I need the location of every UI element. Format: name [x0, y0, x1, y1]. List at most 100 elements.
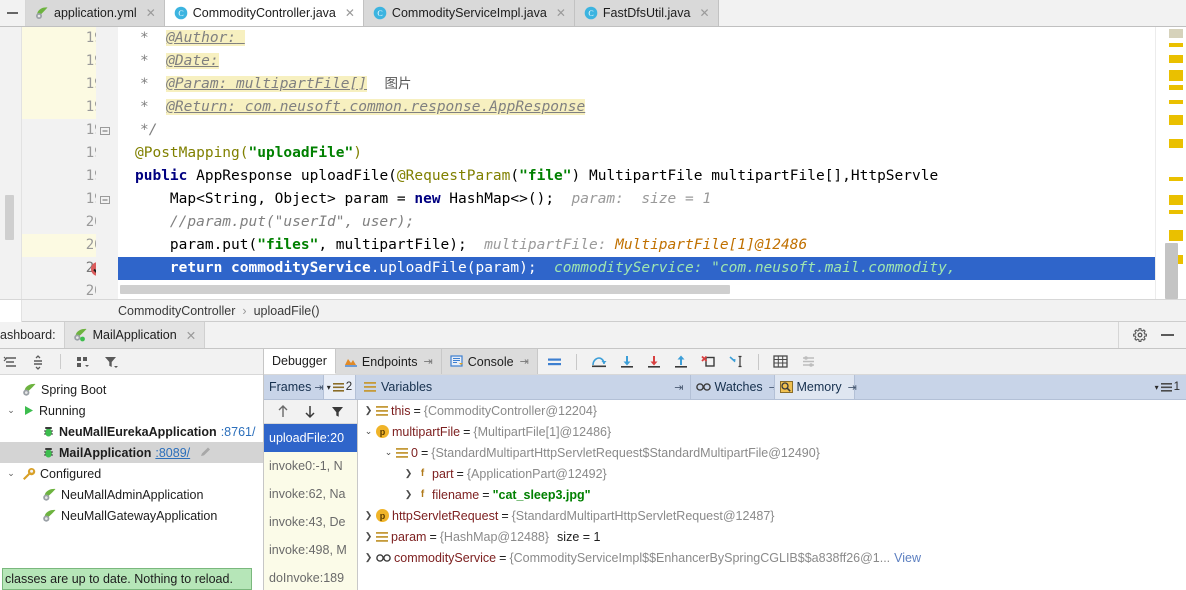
close-icon[interactable]: ✕ — [345, 7, 355, 19]
frames-header[interactable]: Frames ⇥ — [264, 375, 324, 399]
stripe-mark[interactable] — [1169, 139, 1183, 148]
stripe-mark[interactable] — [1169, 70, 1183, 81]
fold-marker-icon[interactable] — [100, 125, 111, 139]
chevron-right-icon[interactable]: ❯ — [361, 552, 376, 563]
fold-marker-icon[interactable] — [100, 194, 111, 208]
dashboard-tab-mailapplication[interactable]: MailApplication ✕ — [63, 322, 206, 348]
stripe-mark[interactable] — [1169, 85, 1183, 90]
close-icon[interactable]: ✕ — [146, 7, 156, 19]
frame-item[interactable]: invoke:498, M — [264, 536, 357, 564]
close-icon[interactable]: ✕ — [556, 7, 566, 19]
chevron-right-icon[interactable]: ❯ — [401, 468, 416, 479]
stripe-mark[interactable] — [1169, 177, 1183, 181]
pin-icon[interactable]: ⇥ — [424, 355, 433, 368]
memory-header[interactable]: Memory ⇥ — [773, 375, 857, 399]
variable-row-httpservletrequest[interactable]: ❯ p httpServletRequest = {StandardMultip… — [359, 505, 1186, 526]
code-text-area[interactable]: * @Author: * @Date: * @Param: multipartF… — [118, 27, 1155, 299]
stripe-mark[interactable] — [1169, 100, 1183, 104]
arrow-down-icon[interactable] — [304, 405, 316, 419]
breadcrumb-method[interactable]: uploadFile() — [254, 304, 320, 318]
tab-console[interactable]: Console ⇥ — [441, 349, 538, 374]
tree-node-neumalladminapplication[interactable]: NeuMallAdminApplication — [0, 484, 263, 505]
breadcrumb-class[interactable]: CommodityController — [118, 304, 235, 318]
chevron-down-icon[interactable]: ⌄ — [381, 447, 396, 458]
collapse-all-icon[interactable] — [31, 354, 45, 370]
tree-node-neumallgatewayapplication[interactable]: NeuMallGatewayApplication — [0, 505, 263, 526]
minimize-icon[interactable] — [1161, 334, 1174, 336]
stripe-mark[interactable] — [1169, 115, 1183, 125]
memory-count-control[interactable]: ▾ 1 — [855, 375, 1186, 399]
frame-item[interactable]: invoke0:-1, N — [264, 452, 357, 480]
tree-node-running[interactable]: ⌄ Running — [0, 400, 263, 421]
frame-item[interactable]: invoke:62, Na — [264, 480, 357, 508]
stripe-mark[interactable] — [1169, 43, 1183, 47]
chevron-right-icon[interactable]: ❯ — [361, 531, 376, 542]
services-tree[interactable]: Spring Boot ⌄ Running NeuMallEurekaAppli… — [0, 375, 263, 526]
thread-selector[interactable]: ▾ 2 — [323, 375, 356, 399]
chevron-down-icon[interactable]: ⌄ — [361, 426, 376, 437]
variables-tree[interactable]: ❯ this = {CommodityController@12204} ⌄ p… — [359, 400, 1186, 590]
view-link[interactable]: View — [894, 551, 921, 565]
variable-row-part[interactable]: ❯ f part = {ApplicationPart@12492} — [359, 463, 1186, 484]
variable-row-this[interactable]: ❯ this = {CommodityController@12204} — [359, 400, 1186, 421]
tree-node-port-link[interactable]: :8089/ — [155, 446, 190, 460]
variables-header[interactable]: Variables ⇥ — [356, 375, 690, 399]
stripe-mark[interactable] — [1169, 55, 1183, 63]
debugger-panel[interactable]: Debugger Endpoints ⇥ Console ⇥ Frames ⇥ … — [264, 349, 1186, 590]
editor-tab-commoditycontroller-java[interactable]: C CommodityController.java ✕ — [164, 0, 364, 26]
editor-vertical-scroll-handle[interactable] — [5, 195, 14, 240]
group-by-icon[interactable] — [76, 355, 91, 369]
run-to-cursor-icon[interactable] — [729, 355, 744, 368]
tab-endpoints[interactable]: Endpoints ⇥ — [335, 349, 442, 374]
tree-node-mailapplication[interactable]: MailApplication :8089/ — [0, 442, 263, 463]
variable-row-param[interactable]: ❯ param = {HashMap@12488} size = 1 — [359, 526, 1186, 547]
step-into-icon[interactable] — [620, 355, 634, 368]
watches-header[interactable]: Watches ⇥ — [689, 375, 778, 399]
editor-tab-application-yml[interactable]: application.yml ✕ — [26, 0, 165, 26]
gear-icon[interactable] — [1133, 328, 1147, 343]
filter-icon[interactable] — [104, 355, 119, 369]
services-tree-panel[interactable]: Spring Boot ⌄ Running NeuMallEurekaAppli… — [0, 349, 264, 590]
editor-error-stripe[interactable] — [1155, 27, 1186, 299]
arrow-up-icon[interactable] — [277, 405, 289, 418]
stripe-scroll-thumb[interactable] — [1165, 243, 1178, 299]
step-over-icon[interactable] — [591, 355, 607, 368]
step-out-icon[interactable] — [674, 355, 688, 368]
close-icon[interactable]: ✕ — [699, 7, 709, 19]
mute-breakpoints-icon[interactable] — [547, 356, 562, 368]
editor-horizontal-scrollbar[interactable] — [120, 285, 730, 294]
variables-pin-icon[interactable]: ⇥ — [674, 381, 689, 394]
chevron-right-icon[interactable]: ❯ — [401, 489, 416, 500]
chevron-right-icon[interactable]: ❯ — [361, 510, 376, 521]
evaluate-expression-icon[interactable] — [773, 355, 788, 368]
variable-row-filename[interactable]: ❯ f filename = "cat_sleep3.jpg" — [359, 484, 1186, 505]
settings-icon[interactable] — [801, 355, 816, 368]
chevron-right-icon[interactable]: ❯ — [361, 405, 376, 416]
stripe-mark[interactable] — [1169, 195, 1183, 205]
force-step-into-icon[interactable] — [647, 355, 661, 368]
tree-node-neumalleurekaapplication[interactable]: NeuMallEurekaApplication :8761/ — [0, 421, 263, 442]
variable-row-commodityservice[interactable]: ❯ commodityService = {CommodityServiceIm… — [359, 547, 1186, 568]
close-icon[interactable]: ✕ — [186, 328, 196, 343]
pin-icon[interactable]: ⇥ — [520, 355, 529, 368]
chevron-down-icon[interactable]: ⌄ — [4, 468, 18, 479]
drop-frame-icon[interactable] — [701, 355, 716, 368]
tree-node-port[interactable]: :8761/ — [221, 425, 256, 439]
editor-fold-strip[interactable] — [96, 27, 118, 299]
frame-item[interactable]: doInvoke:189 — [264, 564, 357, 590]
expand-all-icon[interactable] — [3, 355, 18, 369]
tab-debugger[interactable]: Debugger — [264, 349, 336, 374]
frame-item[interactable]: uploadFile:20 — [264, 424, 357, 452]
stripe-mark[interactable] — [1169, 210, 1183, 214]
tree-node-configured[interactable]: ⌄ Configured — [0, 463, 263, 484]
breadcrumb[interactable]: CommodityController › uploadFile() — [0, 299, 1186, 323]
collapse-sidebar-button[interactable] — [0, 0, 26, 26]
frame-item[interactable]: invoke:43, De — [264, 508, 357, 536]
variable-row-index-0[interactable]: ⌄ 0 = {StandardMultipartHttpServletReque… — [359, 442, 1186, 463]
tree-node-spring-boot[interactable]: Spring Boot — [0, 379, 263, 400]
code-editor[interactable]: 192 193 194 195 196 197 198 199 200 201 … — [0, 27, 1186, 299]
filter-icon[interactable] — [331, 405, 344, 418]
pencil-icon[interactable] — [199, 446, 212, 459]
editor-tab-fastdfsutil-java[interactable]: C FastDfsUtil.java ✕ — [574, 0, 719, 26]
stripe-mark[interactable] — [1169, 230, 1183, 241]
